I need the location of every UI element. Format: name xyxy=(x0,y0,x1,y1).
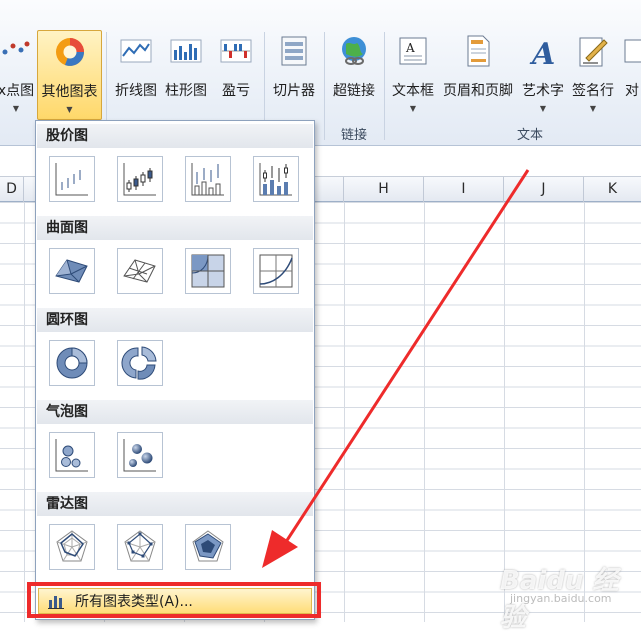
chevron-down-icon: ▼ xyxy=(409,104,417,113)
stock-chart-icon xyxy=(191,163,224,196)
chart-tile-surface-wireframe[interactable] xyxy=(117,248,163,294)
header-footer-label: 页眉和页脚 xyxy=(443,83,513,99)
chevron-down-icon: ▼ xyxy=(12,104,20,113)
textbox-button[interactable]: A 文本框 ▼ xyxy=(388,30,438,120)
chart-tile-radar-markers[interactable] xyxy=(117,524,163,570)
other-charts-label: 其他图表 xyxy=(41,84,98,100)
chevron-down-icon: ▼ xyxy=(66,105,73,114)
textbox-label: 文本框 xyxy=(392,83,434,99)
winloss-sparkline-button[interactable]: 盈亏 xyxy=(213,30,259,120)
chart-tile-contour[interactable] xyxy=(185,248,231,294)
slicer-button[interactable]: 切片器 xyxy=(268,30,320,120)
section-header-surface: 曲面图 xyxy=(37,216,313,240)
wireframe-contour-icon xyxy=(259,254,293,288)
section-header-radar: 雷达图 xyxy=(37,492,313,516)
section-header-bubble: 气泡图 xyxy=(37,400,313,424)
watermark-url: jingyan.baidu.com xyxy=(510,592,612,605)
column-sparkline-label: 柱形图 xyxy=(165,83,207,99)
winloss-sparkline-label: 盈亏 xyxy=(222,83,250,99)
filled-radar-chart-icon xyxy=(192,530,224,562)
chart-tile-stock-vhlc[interactable] xyxy=(185,156,231,202)
other-charts-dropdown: 股价图 曲面图 圆环图 气泡图 雷达图 所有图表类型(A)... xyxy=(35,120,315,620)
other-charts-button[interactable]: 其他图表 ▼ xyxy=(37,30,102,120)
doughnut-chart-icon xyxy=(56,347,88,379)
section-header-stock: 股价图 xyxy=(37,124,313,148)
signature-pen-icon xyxy=(576,34,610,68)
chevron-down-icon: ▼ xyxy=(539,104,547,113)
group-separator xyxy=(384,32,385,140)
chart-tile-stock-ohlc[interactable] xyxy=(117,156,163,202)
line-sparkline-label: 折线图 xyxy=(115,83,157,99)
column-header-i[interactable]: I xyxy=(424,177,504,202)
annotation-highlight-box xyxy=(27,582,321,618)
header-footer-button[interactable]: 页眉和页脚 xyxy=(438,30,518,120)
slicer-label: 切片器 xyxy=(273,83,315,99)
chart-tile-filled-radar[interactable] xyxy=(185,524,231,570)
winloss-sparkline-icon xyxy=(219,34,253,68)
globe-link-icon xyxy=(337,34,371,68)
chart-tile-radar[interactable] xyxy=(49,524,95,570)
scatter-chart-label: x点图 xyxy=(0,83,35,99)
surface-chart-icon xyxy=(55,259,88,283)
chart-tile-surface-3d[interactable] xyxy=(49,248,95,294)
wordart-button[interactable]: A 艺术字 ▼ xyxy=(518,30,568,120)
column-sparkline-icon xyxy=(169,34,203,68)
textbox-icon: A xyxy=(396,34,430,68)
wordart-label: 艺术字 xyxy=(522,83,564,99)
wordart-icon: A xyxy=(526,34,560,72)
doughnut-chart-icon xyxy=(53,35,87,69)
hyperlink-button[interactable]: 超链接 xyxy=(328,30,380,120)
column-header-h[interactable]: H xyxy=(344,177,424,202)
chart-tile-bubble-3d[interactable] xyxy=(117,432,163,478)
chart-tile-stock-vohlc[interactable] xyxy=(253,156,299,202)
chart-tile-bubble[interactable] xyxy=(49,432,95,478)
chevron-down-icon: ▼ xyxy=(589,104,597,113)
section-header-doughnut: 圆环图 xyxy=(37,308,313,332)
line-sparkline-icon xyxy=(119,34,153,68)
radar-markers-chart-icon xyxy=(124,530,156,562)
hyperlink-label: 超链接 xyxy=(333,83,375,99)
chart-tile-doughnut[interactable] xyxy=(49,340,95,386)
object-button[interactable]: 对 xyxy=(620,30,641,120)
signature-line-label: 签名行 xyxy=(572,83,614,99)
scatter-chart-button[interactable]: x点图 ▼ xyxy=(0,30,36,120)
group-separator xyxy=(324,32,325,140)
wireframe-surface-icon xyxy=(123,259,156,283)
object-label: 对 xyxy=(625,83,639,99)
object-icon xyxy=(621,34,641,68)
signature-line-button[interactable]: 签名行 ▼ xyxy=(568,30,618,120)
scatter-chart-icon xyxy=(0,34,33,68)
bubble-chart-icon xyxy=(55,439,88,472)
stock-chart-icon xyxy=(259,163,292,196)
chart-tile-stock-hlc[interactable] xyxy=(49,156,95,202)
chart-tile-contour-wireframe[interactable] xyxy=(253,248,299,294)
exploded-doughnut-icon xyxy=(121,346,157,380)
bubble-3d-chart-icon xyxy=(123,439,156,472)
svg-text:A: A xyxy=(405,41,415,55)
svg-text:A: A xyxy=(529,37,555,68)
column-header-j[interactable]: J xyxy=(504,177,584,202)
header-footer-icon xyxy=(461,34,495,68)
stock-chart-icon xyxy=(123,163,156,196)
column-header-k[interactable]: K xyxy=(584,177,641,202)
stock-chart-icon xyxy=(55,163,88,196)
slicer-icon xyxy=(277,34,311,68)
column-sparkline-button[interactable]: 柱形图 xyxy=(161,30,211,120)
group-label-text: 文本 xyxy=(516,128,543,143)
radar-chart-icon xyxy=(56,530,88,562)
group-label-links: 链接 xyxy=(340,128,367,143)
column-header-d[interactable]: D xyxy=(0,177,24,202)
contour-chart-icon xyxy=(191,254,225,288)
chart-tile-exploded-doughnut[interactable] xyxy=(117,340,163,386)
line-sparkline-button[interactable]: 折线图 xyxy=(111,30,161,120)
